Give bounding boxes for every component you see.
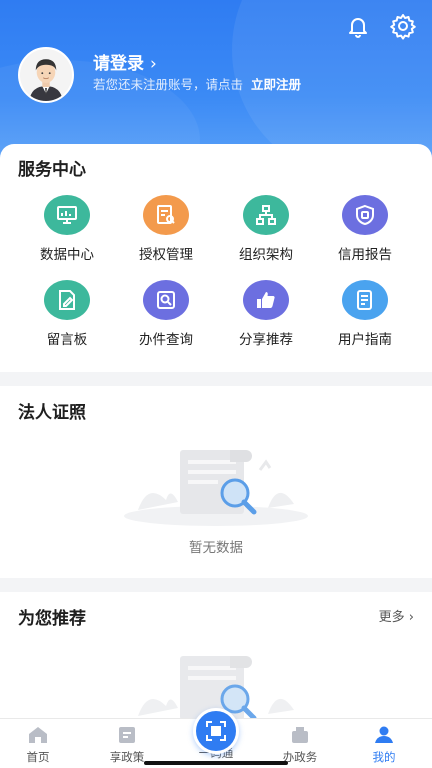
grid-label: 分享推荐 <box>239 332 293 348</box>
profile-icon <box>375 726 393 743</box>
recommend-card: 为您推荐 更多 › <box>0 592 432 721</box>
grid-item-case-query[interactable]: 办件查询 <box>116 280 216 348</box>
grid-item-message-board[interactable]: 留言板 <box>17 280 117 348</box>
grid-label: 组织架构 <box>239 247 293 263</box>
grid-item-credit-report[interactable]: 信用报告 <box>315 195 415 263</box>
grid-label: 数据中心 <box>40 247 94 263</box>
avatar[interactable] <box>18 47 74 103</box>
home-icon <box>29 727 47 743</box>
user-guide-icon <box>342 280 388 320</box>
credit-report-icon <box>342 195 388 235</box>
org-structure-icon <box>243 195 289 235</box>
grid-label: 授权管理 <box>139 247 193 263</box>
register-hint-text: 若您还未注册账号，请点击 <box>93 77 244 92</box>
authorization-icon <box>143 195 189 235</box>
case-query-icon <box>143 280 189 320</box>
recommend-title: 为您推荐 <box>18 609 86 629</box>
grid-item-org-structure[interactable]: 组织架构 <box>216 195 316 263</box>
grid-item-data-center[interactable]: 数据中心 <box>17 195 117 263</box>
qr-code-button[interactable] <box>193 708 239 754</box>
tab-affairs[interactable]: 办政务 <box>260 725 340 765</box>
empty-state-text: 暂无数据 <box>189 540 243 556</box>
policy-icon <box>119 727 135 743</box>
register-hint: 若您还未注册账号，请点击 立即注册 <box>93 74 301 93</box>
tab-label: 首页 <box>26 750 50 764</box>
chevron-right-icon: › <box>150 54 157 74</box>
grid-label: 留言板 <box>46 332 88 348</box>
login-prompt[interactable]: 请登录 › <box>93 49 157 74</box>
message-board-icon <box>44 280 90 320</box>
login-title-text: 请登录 <box>93 54 144 74</box>
tab-label: 我的 <box>372 750 396 764</box>
gear-icon[interactable] <box>389 12 417 40</box>
share-icon <box>243 280 289 320</box>
home-indicator <box>144 761 288 765</box>
grid-item-authorization[interactable]: 授权管理 <box>116 195 216 263</box>
grid-label: 信用报告 <box>338 247 392 263</box>
tab-profile[interactable]: 我的 <box>344 725 424 765</box>
tab-policy[interactable]: 享政策 <box>87 725 167 765</box>
service-center-card: 服务中心 数据中心 授权管理 组织架构 信用报告 留言板 办件查询 分享推荐 用… <box>0 144 432 372</box>
service-center-title: 服务中心 <box>18 160 86 180</box>
register-link[interactable]: 立即注册 <box>251 77 301 92</box>
qr-code-icon <box>206 721 226 741</box>
grid-label: 办件查询 <box>139 332 193 348</box>
grid-item-user-guide[interactable]: 用户指南 <box>315 280 415 348</box>
affairs-icon <box>292 727 308 743</box>
grid-label: 用户指南 <box>338 332 392 348</box>
bell-icon[interactable] <box>344 12 372 40</box>
grid-item-share[interactable]: 分享推荐 <box>216 280 316 348</box>
empty-state-illustration <box>118 430 314 530</box>
legal-license-card: 法人证照 暂无数据 <box>0 386 432 578</box>
data-center-icon <box>44 195 90 235</box>
legal-license-title: 法人证照 <box>18 403 86 423</box>
more-link[interactable]: 更多 › <box>379 606 414 625</box>
tab-home[interactable]: 首页 <box>0 725 78 765</box>
